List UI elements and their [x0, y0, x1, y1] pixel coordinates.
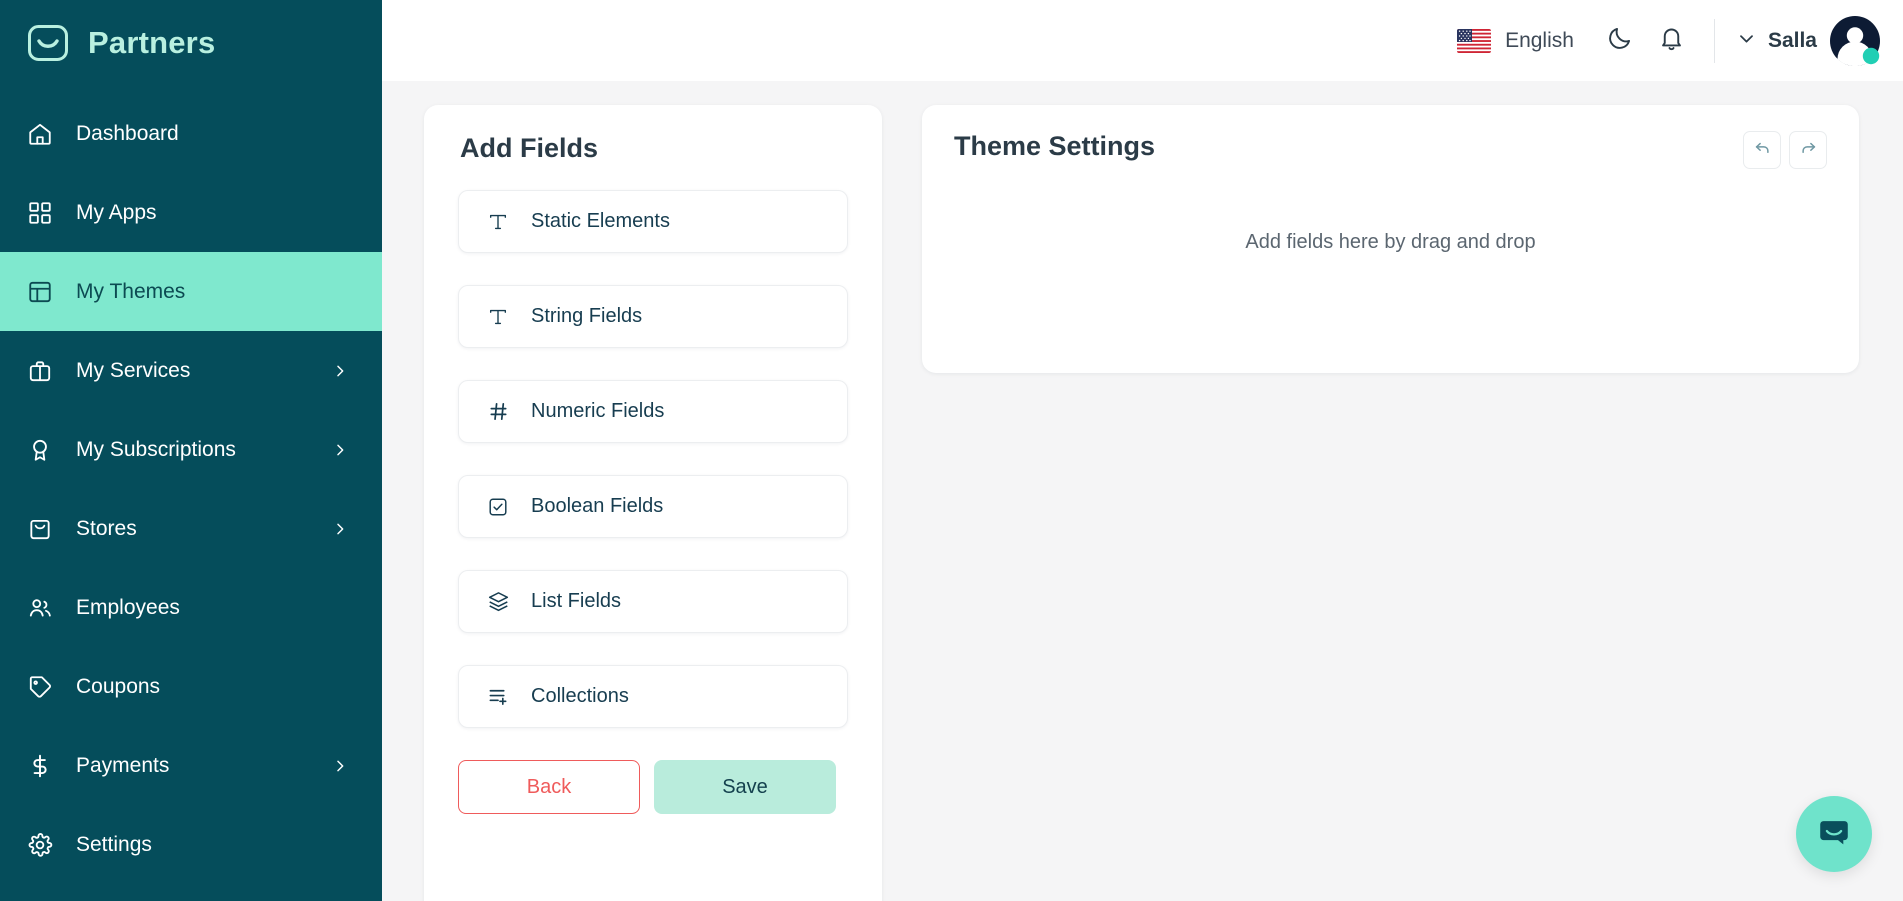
sidebar-item-label: My Services [76, 358, 191, 382]
salla-bag-smile-icon [26, 21, 70, 65]
shopping-bag-icon [26, 515, 54, 543]
chevron-right-icon [332, 442, 348, 458]
add-fields-panel: Add Fields Static Elements String Fields… [424, 105, 882, 901]
redo-arrow-icon [1799, 138, 1818, 162]
content-area: Add Fields Static Elements String Fields… [382, 81, 1903, 901]
chevron-right-icon [332, 521, 348, 537]
home-icon [26, 120, 54, 148]
layers-icon [485, 589, 511, 615]
dropzone-hint: Add fields here by drag and drop [1245, 231, 1536, 253]
undo-button[interactable] [1743, 131, 1781, 169]
field-label: Collections [531, 685, 629, 707]
back-button[interactable]: Back [458, 760, 640, 814]
sidebar-item-my-themes[interactable]: My Themes [0, 252, 382, 331]
field-card-numeric-fields[interactable]: Numeric Fields [458, 380, 848, 443]
sidebar-item-my-services[interactable]: My Services [0, 331, 382, 410]
list-plus-icon [485, 684, 511, 710]
field-label: Boolean Fields [531, 495, 664, 517]
field-label: String Fields [531, 305, 643, 327]
field-card-string-fields[interactable]: String Fields [458, 285, 848, 348]
topbar-divider [1713, 18, 1715, 63]
tag-icon [26, 673, 54, 701]
dark-mode-toggle[interactable] [1594, 15, 1646, 67]
field-label: Static Elements [531, 210, 670, 232]
sidebar-item-label: Payments [76, 753, 170, 777]
sidebar-item-my-subscriptions[interactable]: My Subscriptions [0, 410, 382, 489]
language-switcher[interactable]: English [1457, 28, 1574, 53]
topbar: English Salla [382, 0, 1903, 81]
field-card-boolean-fields[interactable]: Boolean Fields [458, 475, 848, 538]
sidebar: Partners Dashboard My Apps My Themes My … [0, 0, 382, 901]
theme-settings-header: Theme Settings [954, 131, 1827, 169]
chevron-right-icon [332, 758, 348, 774]
user-avatar-icon [1829, 15, 1881, 67]
notifications-button[interactable] [1646, 15, 1698, 67]
text-t-icon [485, 304, 511, 330]
sidebar-item-coupons[interactable]: Coupons [0, 647, 382, 726]
layout-icon [26, 278, 54, 306]
sidebar-nav: Dashboard My Apps My Themes My Services … [0, 86, 382, 884]
sidebar-item-label: Employees [76, 595, 180, 619]
sidebar-item-dashboard[interactable]: Dashboard [0, 94, 382, 173]
sidebar-item-label: Dashboard [76, 121, 179, 145]
save-button[interactable]: Save [654, 760, 836, 814]
user-menu[interactable]: Salla [1737, 15, 1885, 67]
field-card-collections[interactable]: Collections [458, 665, 848, 728]
theme-settings-title: Theme Settings [954, 131, 1156, 161]
sidebar-item-employees[interactable]: Employees [0, 568, 382, 647]
field-label: Numeric Fields [531, 400, 665, 422]
sidebar-item-label: My Subscriptions [76, 437, 236, 461]
sidebar-item-label: My Apps [76, 200, 157, 224]
grid-icon [26, 199, 54, 227]
field-card-static-elements[interactable]: Static Elements [458, 190, 848, 253]
brand-name: Partners [88, 25, 216, 60]
sidebar-item-label: My Themes [76, 279, 186, 303]
us-flag-icon [1457, 28, 1492, 53]
panel-actions: Back Save [458, 760, 848, 814]
sidebar-item-label: Stores [76, 516, 137, 540]
chat-launcher-button[interactable] [1796, 796, 1872, 872]
chevron-down-icon [1737, 29, 1756, 53]
bell-icon [1658, 25, 1685, 57]
user-name: Salla [1767, 28, 1817, 52]
sidebar-item-my-apps[interactable]: My Apps [0, 173, 382, 252]
checkbox-icon [485, 494, 511, 520]
sidebar-item-stores[interactable]: Stores [0, 489, 382, 568]
chevron-right-icon [332, 363, 348, 379]
history-buttons [1743, 131, 1827, 169]
text-t-icon [485, 209, 511, 235]
sidebar-item-label: Coupons [76, 674, 161, 698]
chat-bubble-smile-icon [1815, 813, 1853, 856]
moon-icon [1606, 25, 1633, 57]
language-label: English [1505, 28, 1574, 52]
brand[interactable]: Partners [0, 0, 382, 86]
briefcase-icon [26, 357, 54, 385]
app-root: Partners Dashboard My Apps My Themes My … [0, 0, 1903, 901]
gear-icon [26, 831, 54, 859]
redo-button[interactable] [1789, 131, 1827, 169]
dollar-icon [26, 752, 54, 780]
award-icon [26, 436, 54, 464]
hash-icon [485, 399, 511, 425]
main-area: English Salla Add Fields Static Elements… [382, 0, 1903, 901]
sidebar-item-label: Settings [76, 832, 152, 856]
users-icon [26, 594, 54, 622]
field-card-list-fields[interactable]: List Fields [458, 570, 848, 633]
theme-settings-panel: Theme Settings Add fields here by drag a… [922, 105, 1859, 373]
add-fields-title: Add Fields [460, 133, 599, 163]
undo-arrow-icon [1753, 138, 1772, 162]
sidebar-item-settings[interactable]: Settings [0, 805, 382, 884]
sidebar-item-payments[interactable]: Payments [0, 726, 382, 805]
field-label: List Fields [531, 590, 622, 612]
